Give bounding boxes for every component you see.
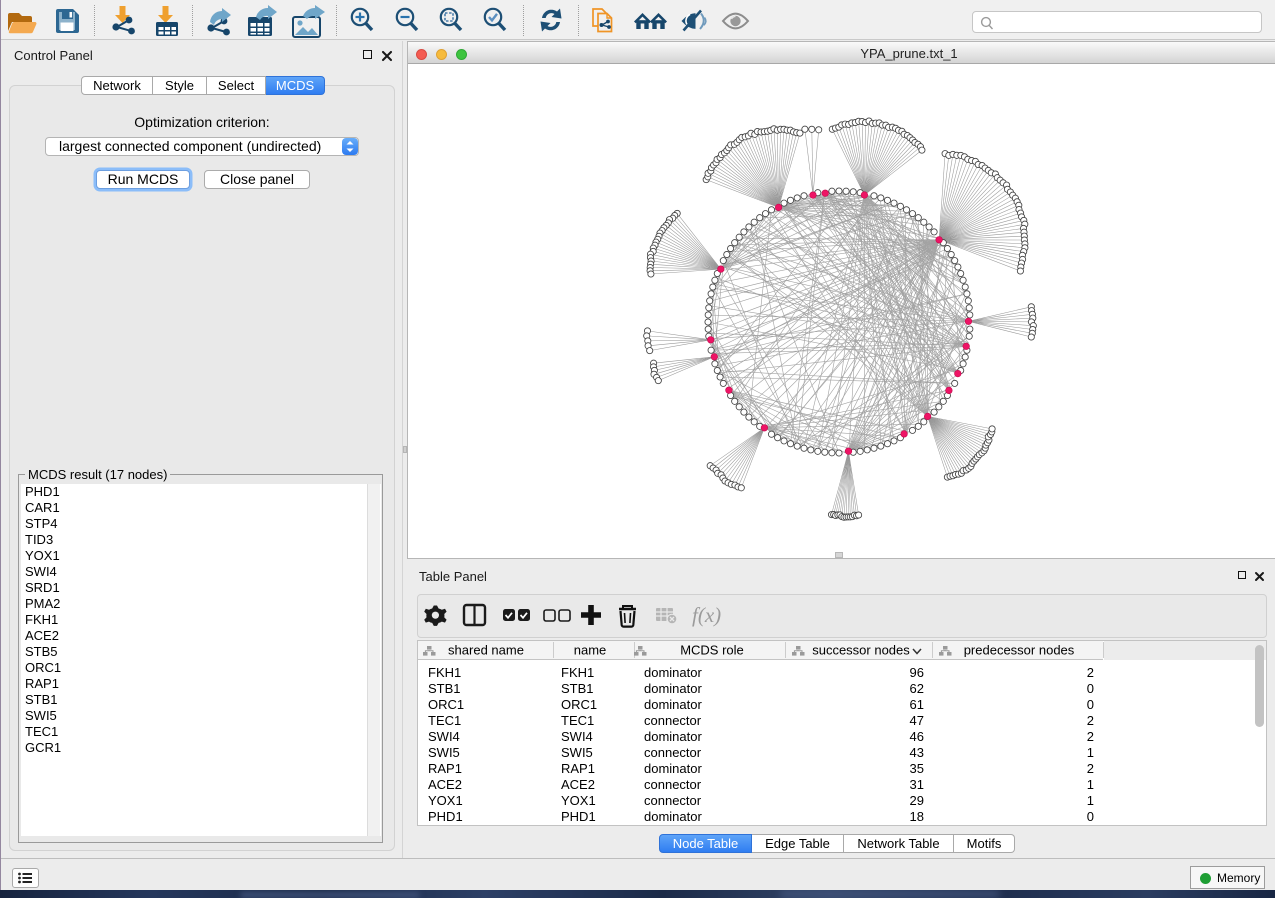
svg-text:MCDS role: MCDS role bbox=[680, 643, 744, 658]
svg-text:name: name bbox=[574, 643, 607, 658]
svg-text:successor nodes: successor nodes bbox=[812, 643, 910, 658]
svg-text:predecessor nodes: predecessor nodes bbox=[964, 643, 1075, 658]
svg-text:shared name: shared name bbox=[448, 643, 524, 658]
svg-text:f(x): f(x) bbox=[692, 603, 721, 627]
